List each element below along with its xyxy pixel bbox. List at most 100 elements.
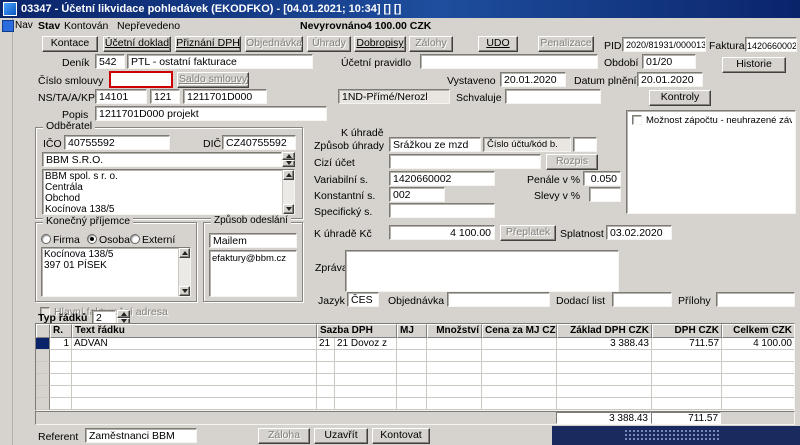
cell-sazba[interactable]: 21 Dovoz z [335, 338, 397, 350]
cell[interactable] [335, 386, 397, 398]
cell-zaklad[interactable]: 3 388.43 [557, 338, 652, 350]
cell[interactable] [427, 398, 482, 410]
cell[interactable] [427, 362, 482, 374]
obdobi-field[interactable]: 01/20 [642, 54, 696, 69]
nav-icon[interactable] [2, 20, 14, 32]
odberatel-adresa-scrollbar[interactable] [282, 170, 294, 214]
cell[interactable] [317, 374, 335, 386]
cell[interactable] [397, 374, 427, 386]
schvaluje-field[interactable] [505, 89, 601, 104]
radio-externi[interactable] [130, 234, 140, 244]
row-selector[interactable] [36, 398, 50, 410]
cell[interactable] [722, 398, 794, 410]
odberatel-nazev-spinner[interactable] [282, 152, 295, 167]
spin-down-icon[interactable] [282, 159, 295, 167]
cell[interactable] [652, 350, 722, 362]
ucetni-pravidlo-field[interactable] [420, 54, 598, 69]
uzavrit-button[interactable]: Uzavřít [314, 428, 368, 444]
scroll-track[interactable] [283, 180, 294, 204]
dic-field[interactable]: CZ40755592 [222, 135, 296, 150]
vystaveno-field[interactable]: 20.01.2020 [500, 72, 566, 87]
zpusob-uhrady-field[interactable]: Srážkou ze mzd [389, 137, 481, 152]
spin-up-icon[interactable] [117, 310, 130, 318]
radio-externi-label[interactable]: Externí [142, 234, 175, 246]
ns4-field[interactable]: 1ND-Přímé/Nerozl [338, 89, 450, 104]
cell[interactable] [652, 386, 722, 398]
cell[interactable] [557, 350, 652, 362]
cell[interactable] [50, 374, 72, 386]
cell[interactable] [72, 374, 317, 386]
prijemce-adresa-scrollbar[interactable] [178, 248, 190, 296]
row-selector[interactable] [36, 374, 50, 386]
table-row[interactable] [36, 386, 794, 398]
ucetni-doklad-button[interactable]: Účetní doklad [103, 36, 171, 52]
pid-field[interactable]: 2020/81931/000013 [622, 37, 706, 52]
spin-up-icon[interactable] [282, 152, 295, 160]
cell[interactable] [397, 398, 427, 410]
objednavka-field[interactable] [447, 292, 550, 307]
table-row[interactable] [36, 362, 794, 374]
kontovat-button[interactable]: Kontovat [372, 428, 430, 444]
table-row[interactable] [36, 374, 794, 386]
radio-firma-label[interactable]: Firma [53, 234, 80, 246]
odeslani-email-box[interactable]: efaktury@bbm.cz [209, 250, 297, 297]
cell[interactable] [427, 374, 482, 386]
table-row[interactable]: 1 ADVAN 21 21 Dovoz z 3 388.43 711.57 4 … [36, 338, 794, 350]
cell[interactable] [722, 374, 794, 386]
cell[interactable] [50, 362, 72, 374]
nav-sidebar[interactable] [0, 18, 13, 445]
cell[interactable] [722, 350, 794, 362]
specificky-field[interactable] [389, 203, 495, 218]
cell[interactable] [482, 350, 557, 362]
table-row[interactable] [36, 350, 794, 362]
cell[interactable] [335, 362, 397, 374]
cell-celkem[interactable]: 4 100.00 [722, 338, 794, 350]
row-selector[interactable] [36, 350, 50, 362]
cell[interactable] [317, 362, 335, 374]
penale-field[interactable]: 0.050 [583, 171, 621, 186]
prilohy-field[interactable] [716, 292, 795, 307]
cell[interactable] [427, 350, 482, 362]
row-selector[interactable] [36, 362, 50, 374]
cell[interactable] [397, 362, 427, 374]
row-selector[interactable] [36, 338, 50, 350]
scroll-down-icon[interactable] [179, 286, 190, 296]
cell[interactable] [335, 350, 397, 362]
cell[interactable] [72, 386, 317, 398]
scroll-down-icon[interactable] [283, 204, 294, 214]
cell[interactable] [722, 362, 794, 374]
historie-button[interactable]: Historie [722, 57, 786, 73]
cislo-smlouvy-field[interactable] [109, 71, 173, 88]
cell[interactable] [335, 374, 397, 386]
cell[interactable] [427, 386, 482, 398]
cell-text[interactable]: ADVAN [72, 338, 317, 350]
jazyk-field[interactable]: ČES [347, 292, 379, 307]
scroll-up-icon[interactable] [179, 248, 190, 258]
kontroly-button[interactable]: Kontroly [649, 90, 711, 106]
cell[interactable] [652, 398, 722, 410]
kontroly-item-checkbox[interactable] [632, 115, 642, 125]
cizi-ucet-field[interactable] [389, 154, 541, 169]
udo-button[interactable]: UDO [478, 36, 518, 52]
cell[interactable] [72, 350, 317, 362]
cell[interactable] [72, 398, 317, 410]
ns3-field[interactable]: 1211701D000 [183, 89, 267, 104]
scroll-track[interactable] [179, 258, 190, 286]
odberatel-nazev-field[interactable]: BBM S.R.O. [42, 152, 282, 167]
cell[interactable] [397, 386, 427, 398]
datum-plneni-field[interactable]: 20.01.2020 [637, 72, 703, 87]
ns2-field[interactable]: 121 [150, 89, 180, 104]
cell-sazba-kod[interactable]: 21 [317, 338, 335, 350]
denik-name-field[interactable]: PTL - ostatní fakturace [127, 54, 313, 69]
cell[interactable] [317, 350, 335, 362]
kontroly-item-label[interactable]: Možnost zápočtu - neuhrazené závazky ce [646, 115, 792, 127]
slevy-field[interactable] [589, 187, 621, 202]
cell[interactable] [72, 362, 317, 374]
cell-mj[interactable] [397, 338, 427, 350]
variabilni-field[interactable]: 1420660002 [389, 171, 495, 186]
cell[interactable] [557, 386, 652, 398]
referent-field[interactable]: Zaměstnanci BBM [85, 428, 197, 443]
cell[interactable] [557, 362, 652, 374]
cell[interactable] [557, 374, 652, 386]
odberatel-adresa-box[interactable]: BBM spol. s r. o. Centrála Obchod Kocíno… [42, 169, 295, 215]
